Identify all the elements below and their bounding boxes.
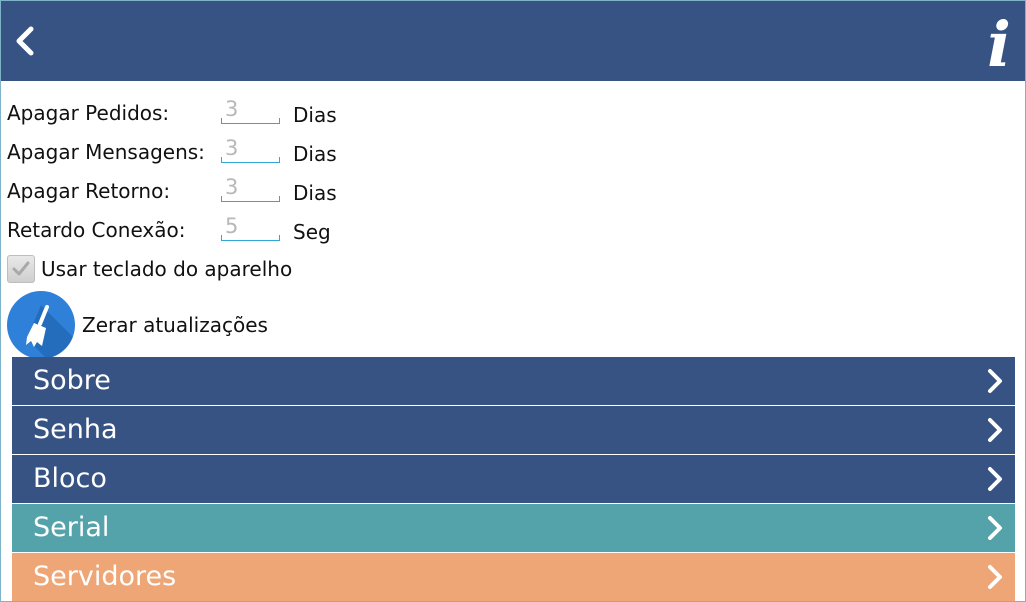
- setting-label: Retardo Conexão:: [7, 218, 186, 242]
- menu-item-sobre[interactable]: Sobre: [12, 357, 1015, 405]
- menu-item-label: Sobre: [33, 365, 111, 396]
- top-app-bar: i: [1, 1, 1025, 81]
- input-underline-tick: [221, 235, 222, 241]
- menu-item-servidores[interactable]: Servidores: [12, 553, 1015, 601]
- apagar-pedidos-input[interactable]: [221, 94, 279, 124]
- reset-updates-row: Zerar atualizações: [7, 291, 407, 359]
- setting-row-apagar-retorno: Apagar Retorno: Dias: [7, 172, 607, 212]
- info-icon: i: [987, 8, 1011, 81]
- menu-item-label: Senha: [33, 414, 118, 445]
- setting-unit: Dias: [293, 142, 337, 166]
- info-button[interactable]: i: [977, 8, 1021, 81]
- setting-label: Apagar Retorno:: [7, 179, 171, 203]
- app-window: i Apagar Pedidos: Dias Apagar Mensagens:…: [0, 0, 1026, 602]
- setting-unit: Seg: [293, 220, 331, 244]
- input-underline-tick: [221, 196, 222, 202]
- input-underline-tick: [221, 118, 222, 124]
- setting-unit: Dias: [293, 103, 337, 127]
- setting-label: Apagar Mensagens:: [7, 140, 205, 164]
- chevron-right-icon: [988, 565, 1002, 589]
- setting-row-apagar-mensagens: Apagar Mensagens: Dias: [7, 133, 607, 173]
- back-button[interactable]: [7, 21, 43, 61]
- keyboard-checkbox-label[interactable]: Usar teclado do aparelho: [41, 253, 292, 285]
- apagar-retorno-input[interactable]: [221, 172, 279, 202]
- menu-item-label: Servidores: [33, 561, 177, 592]
- chevron-right-icon: [988, 369, 1002, 393]
- keyboard-option-row: Usar teclado do aparelho: [7, 253, 407, 285]
- chevron-right-icon: [988, 418, 1002, 442]
- keyboard-checkbox[interactable]: [7, 255, 35, 283]
- input-underline-tick: [279, 118, 280, 124]
- setting-row-apagar-pedidos: Apagar Pedidos: Dias: [7, 94, 607, 134]
- input-underline-tick: [279, 196, 280, 202]
- menu-item-bloco[interactable]: Bloco: [12, 455, 1015, 503]
- input-underline-tick: [221, 157, 222, 163]
- setting-unit: Dias: [293, 181, 337, 205]
- chevron-right-icon: [988, 516, 1002, 540]
- reset-updates-label[interactable]: Zerar atualizações: [82, 311, 268, 339]
- menu-item-senha[interactable]: Senha: [12, 406, 1015, 454]
- checkmark-icon: [12, 261, 30, 276]
- setting-label: Apagar Pedidos:: [7, 101, 170, 125]
- chevron-right-icon: [988, 467, 1002, 491]
- input-underline-tick: [279, 235, 280, 241]
- retardo-conexao-input[interactable]: [221, 211, 279, 241]
- menu-item-label: Bloco: [33, 463, 107, 494]
- setting-row-retardo-conexao: Retardo Conexão: Seg: [7, 211, 607, 251]
- broom-icon: [26, 305, 75, 359]
- apagar-mensagens-input[interactable]: [221, 133, 279, 163]
- menu-item-label: Serial: [33, 512, 110, 543]
- reset-updates-button[interactable]: [7, 291, 75, 359]
- chevron-left-icon: [16, 26, 34, 56]
- menu-item-serial[interactable]: Serial: [12, 504, 1015, 552]
- input-underline-tick: [279, 157, 280, 163]
